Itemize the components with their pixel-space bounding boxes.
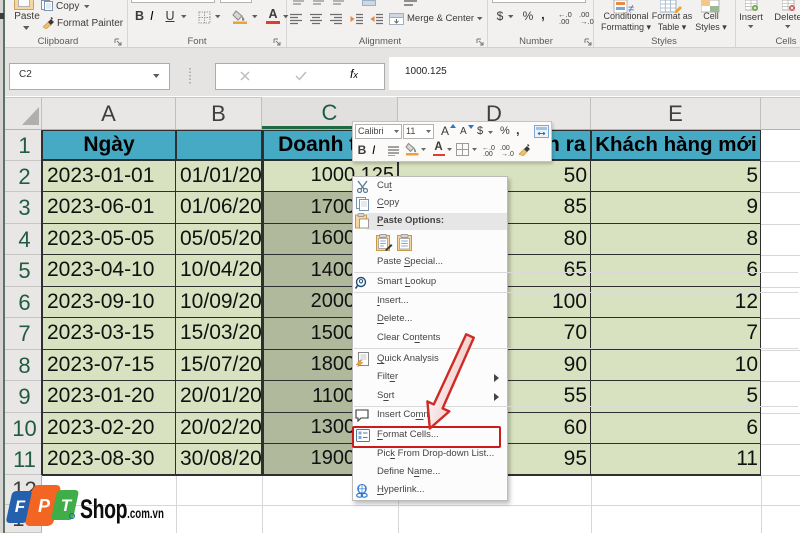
svg-text:→.0: →.0 xyxy=(580,17,594,24)
svg-text:.00: .00 xyxy=(559,17,569,24)
svg-text:.00: .00 xyxy=(483,151,493,156)
svg-text:→.0: →.0 xyxy=(501,151,514,156)
